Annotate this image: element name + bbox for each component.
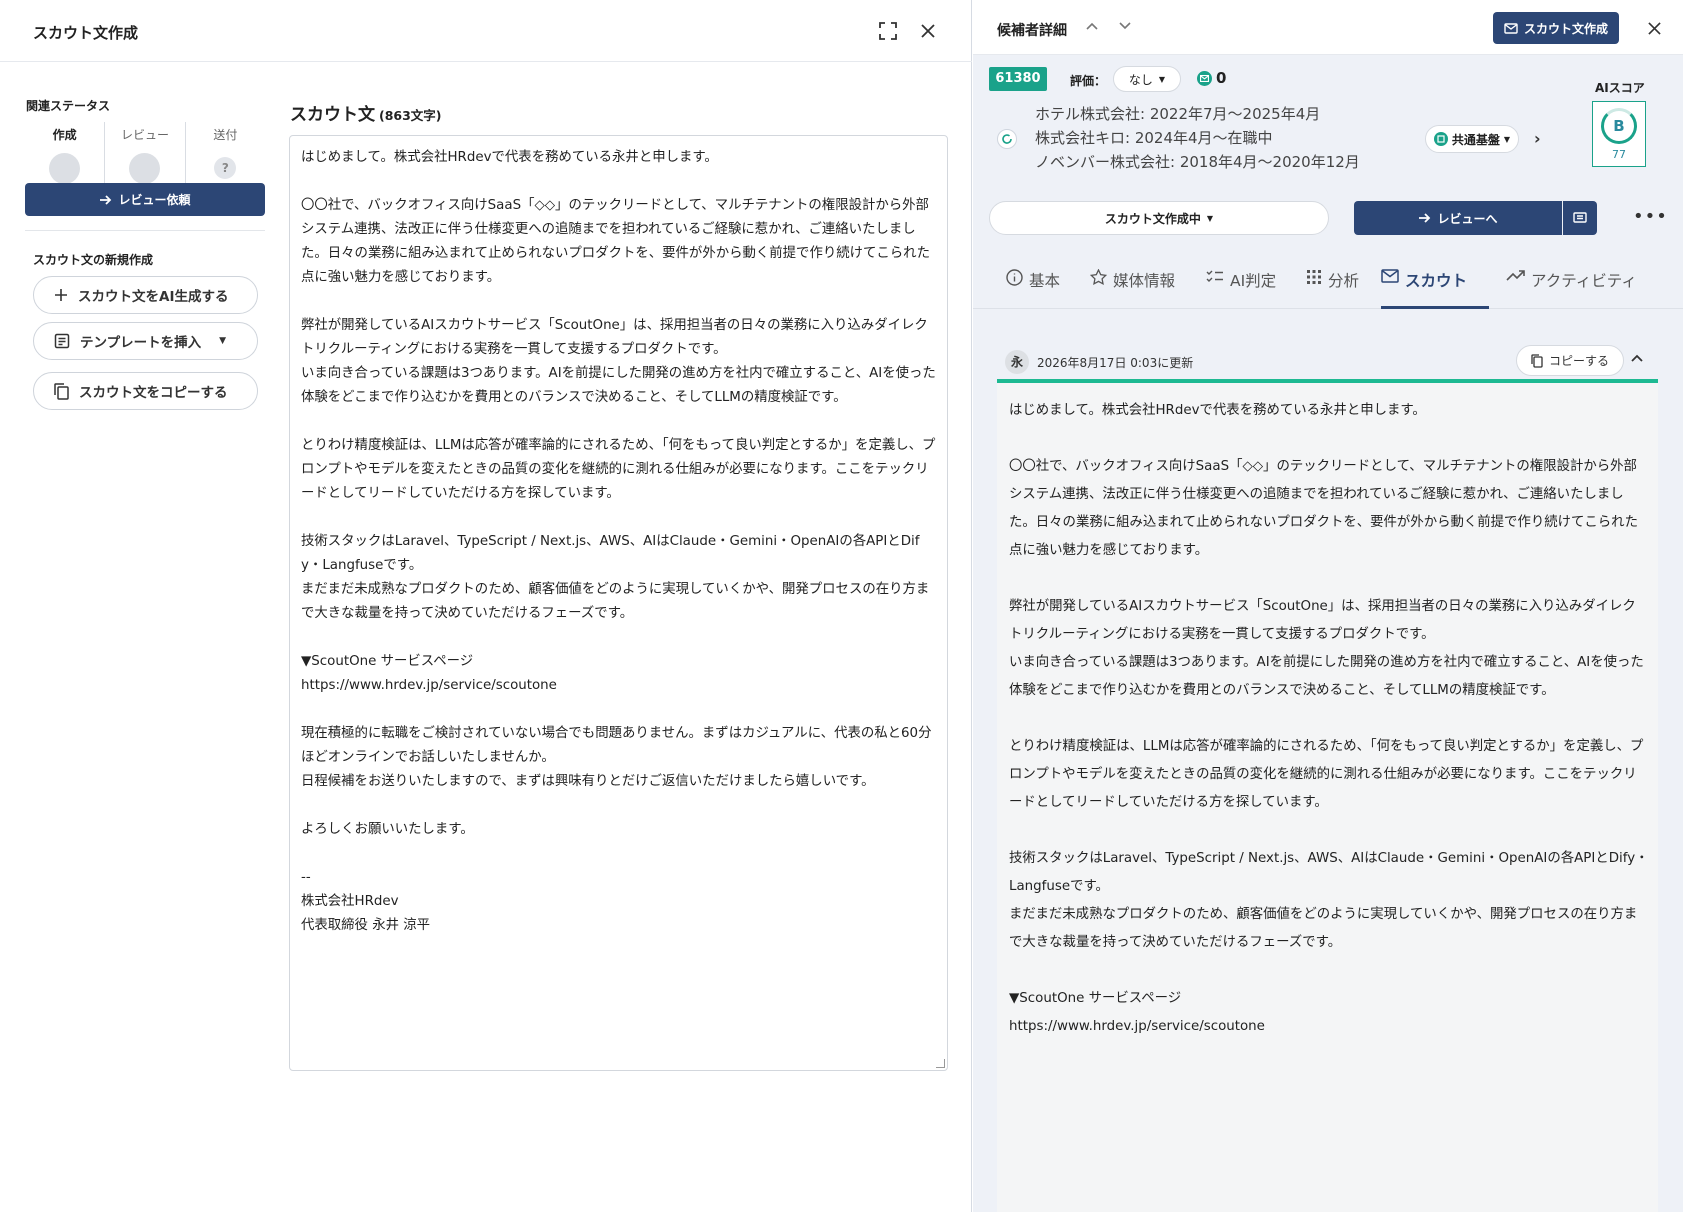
copy-icon xyxy=(1531,353,1543,368)
chevron-up-icon[interactable] xyxy=(1631,351,1643,366)
ai-score-box: B 77 xyxy=(1592,101,1646,167)
plus-icon xyxy=(55,289,67,301)
info-icon xyxy=(1006,269,1023,286)
chevron-down-icon[interactable] xyxy=(1118,20,1132,34)
copy-button[interactable]: コピーする xyxy=(1516,345,1624,376)
caret-down-icon: ▼ xyxy=(1206,213,1214,223)
rating-select[interactable]: なし ▼ xyxy=(1113,66,1181,92)
new-scout-section-title: スカウト文の新規作成 xyxy=(33,253,154,267)
close-icon[interactable] xyxy=(917,20,939,42)
candidate-tabs: 基本 媒体情報 AI判定 分析 スカウト アクティビティ xyxy=(973,247,1683,309)
scout-body-text: はじめまして。株式会社HRdevで代表を務めている永井と申します。 〇〇社で、バ… xyxy=(1009,403,1649,1034)
to-review-button[interactable]: レビューへ xyxy=(1354,201,1562,235)
mail-icon xyxy=(1197,70,1212,86)
chevron-up-icon[interactable] xyxy=(1085,20,1099,34)
status-step-review: レビュー xyxy=(104,122,184,184)
copy-icon xyxy=(54,382,69,400)
tab-basic[interactable]: 基本 xyxy=(1006,269,1060,309)
tag-icon xyxy=(1433,132,1448,146)
tab-ai-judgement[interactable]: AI判定 xyxy=(1206,269,1276,309)
career-item: ノベンバー株式会社: 2018年4月〜2020年12月 xyxy=(1035,153,1360,171)
comment-button[interactable] xyxy=(1563,201,1597,235)
question-icon: ? xyxy=(214,157,237,179)
review-request-button[interactable]: レビュー依頼 xyxy=(25,183,265,216)
caret-down-icon: ▼ xyxy=(1158,74,1166,84)
status-step-create: 作成 xyxy=(25,122,104,184)
status-dot xyxy=(49,153,81,184)
close-icon[interactable] xyxy=(1643,17,1665,39)
company-logo-icon xyxy=(997,129,1017,149)
resize-handle[interactable] xyxy=(936,1059,945,1068)
caret-down-icon: ▼ xyxy=(1503,134,1511,144)
scout-compose-panel: スカウト文作成 関連ステータス 作成 レビュー 送付 ? レビュー依頼 スカウト… xyxy=(0,0,972,1212)
tab-analysis[interactable]: 分析 xyxy=(1306,269,1359,309)
scout-text[interactable]: はじめまして。株式会社HRdevで代表を務めている永井と申します。 〇〇社で、バ… xyxy=(301,146,936,938)
ai-score-label: AIスコア xyxy=(1595,81,1645,95)
status-step-send: 送付 ? xyxy=(184,122,265,184)
chevron-right-icon[interactable]: › xyxy=(1534,129,1541,148)
mail-count: 0 xyxy=(1197,69,1226,87)
grid-icon xyxy=(1307,270,1321,284)
status-section-title: 関連ステータス xyxy=(26,99,111,113)
career-list: ホテル株式会社: 2022年7月〜2025年4月 株式会社キロ: 2024年4月… xyxy=(1035,102,1360,174)
tab-media[interactable]: 媒体情報 xyxy=(1090,269,1175,309)
scout-card-header: 永 2026年8月17日 0:03に更新 コピーする xyxy=(997,339,1658,383)
review-request-label: レビュー依頼 xyxy=(118,193,191,207)
mail-icon xyxy=(1381,269,1399,283)
ai-score-value: 77 xyxy=(1612,148,1626,161)
candidate-header: 候補者詳細 スカウト文作成 xyxy=(973,0,1683,55)
tab-scout[interactable]: スカウト xyxy=(1381,269,1489,309)
tag-select[interactable]: 共通基盤 ▼ xyxy=(1425,125,1519,153)
arrow-right-icon xyxy=(100,194,112,205)
fullscreen-icon[interactable] xyxy=(877,20,899,42)
career-item: ホテル株式会社: 2022年7月〜2025年4月 xyxy=(1035,105,1321,123)
more-options-icon[interactable]: ••• xyxy=(1633,206,1668,227)
updated-timestamp: 2026年8月17日 0:03に更新 xyxy=(1037,356,1194,370)
career-item: 株式会社キロ: 2024年4月〜在職中 xyxy=(1035,129,1273,147)
editor-title: スカウト文 (863文字) xyxy=(290,105,442,125)
ai-grade: B xyxy=(1601,108,1637,144)
candidate-summary: 61380 評価： なし ▼ 0 ホテル株式会社: 2022年7月〜2025年4… xyxy=(973,55,1683,247)
arrow-right-icon xyxy=(1419,213,1431,223)
star-icon xyxy=(1090,269,1107,286)
insert-template-button[interactable]: テンプレートを挿入 ▼ xyxy=(33,322,258,360)
caret-down-icon: ▼ xyxy=(219,336,227,346)
compose-title: スカウト文作成 xyxy=(33,24,139,42)
status-dot xyxy=(129,153,161,184)
avatar: 永 xyxy=(1005,350,1029,374)
comment-icon xyxy=(1573,211,1587,223)
copy-scout-button[interactable]: スカウト文をコピーする xyxy=(33,372,258,410)
candidate-id-badge: 61380 xyxy=(989,67,1047,91)
trend-icon xyxy=(1506,270,1525,281)
compose-header: スカウト文作成 xyxy=(0,0,972,62)
template-icon xyxy=(54,333,70,349)
checklist-icon xyxy=(1206,270,1223,282)
scout-create-button[interactable]: スカウト文作成 xyxy=(1493,12,1619,44)
scout-card: 永 2026年8月17日 0:03に更新 コピーする はじめまして。株式会社HR… xyxy=(997,339,1658,1212)
scout-status-select[interactable]: スカウト文作成中 ▼ xyxy=(989,201,1329,235)
scout-textarea[interactable]: はじめまして。株式会社HRdevで代表を務めている永井と申します。 〇〇社で、バ… xyxy=(289,135,948,1071)
scout-tab-content: 永 2026年8月17日 0:03に更新 コピーする はじめまして。株式会社HR… xyxy=(973,309,1683,1212)
candidate-detail-title: 候補者詳細 xyxy=(997,23,1067,39)
char-count: (863文字) xyxy=(379,108,442,123)
rating-label: 評価： xyxy=(1070,74,1107,88)
mail-icon xyxy=(1504,22,1518,34)
status-steps: 作成 レビュー 送付 ? xyxy=(25,122,265,184)
divider xyxy=(25,230,265,231)
ai-generate-button[interactable]: スカウト文をAI生成する xyxy=(33,276,258,314)
tab-activity[interactable]: アクティビティ xyxy=(1506,269,1637,309)
candidate-detail-panel: 候補者詳細 スカウト文作成 61380 評価： なし ▼ 0 ホテル株式会社: … xyxy=(973,0,1683,1212)
